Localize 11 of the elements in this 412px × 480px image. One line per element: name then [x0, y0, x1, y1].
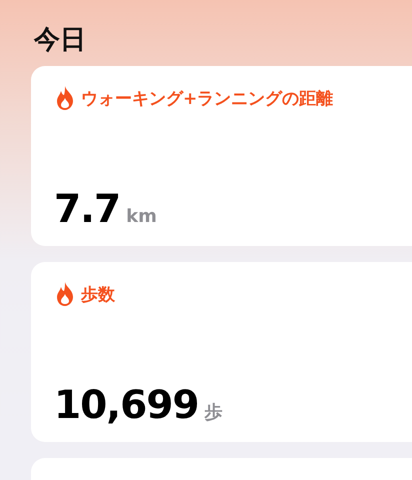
flame-icon [55, 86, 75, 110]
metric-unit: 歩 [204, 401, 222, 424]
metric-value: 10,699 [54, 383, 198, 428]
page-title: 今日 [34, 24, 87, 57]
metric-card[interactable]: ウォーキング+ランニングの距離 7.7 km [31, 66, 412, 246]
flame-icon [55, 282, 75, 306]
metric-label: 歩数 [81, 284, 115, 306]
metric-label: ウォーキング+ランニングの距離 [81, 88, 334, 110]
metric-unit: km [126, 206, 157, 227]
metric-value: 7.7 [54, 187, 120, 232]
metric-card[interactable]: 歩数 10,699 歩 [31, 262, 412, 442]
